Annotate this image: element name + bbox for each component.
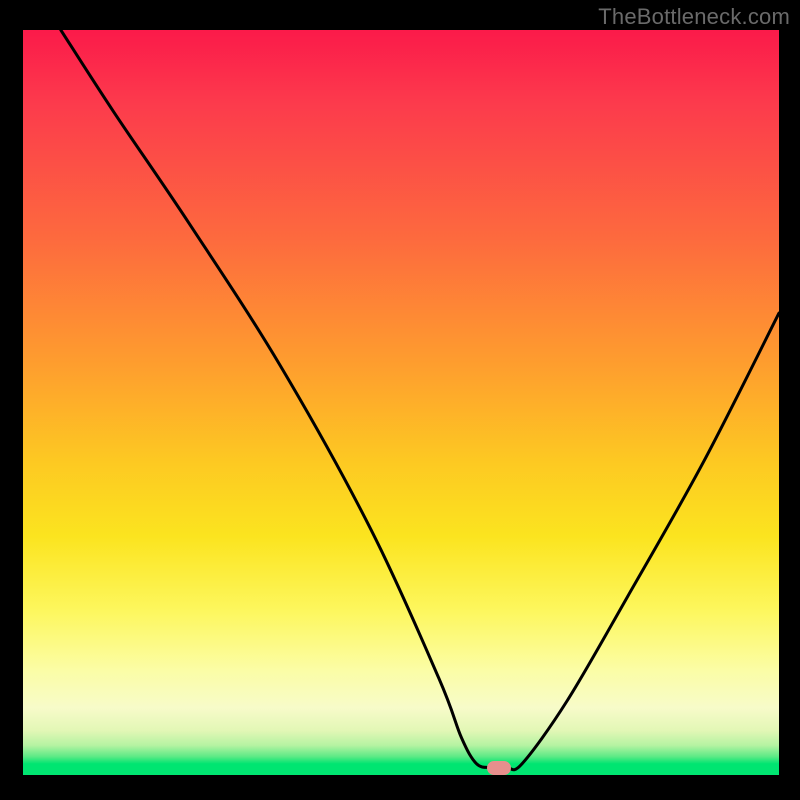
watermark-text: TheBottleneck.com: [598, 4, 790, 30]
optimal-marker: [487, 761, 511, 775]
bottleneck-curve: [23, 30, 779, 775]
plot-area: [23, 30, 779, 775]
chart-frame: TheBottleneck.com: [0, 0, 800, 800]
